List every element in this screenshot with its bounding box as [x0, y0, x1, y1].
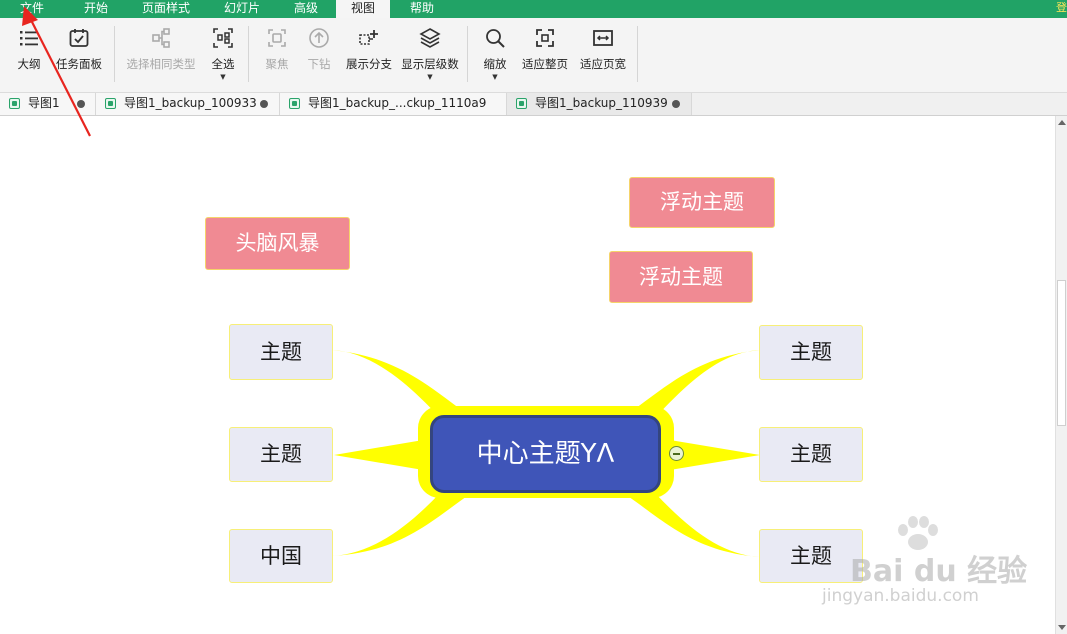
- mindmap-file-icon: [9, 98, 20, 109]
- tab-label: 导图1: [28, 96, 60, 110]
- ribbon-toolbar: 大纲 任务面板 选择相同类型 全选 ▼ 聚焦 下钻 展示分支 显示层级数 ▼ 缩…: [0, 18, 1067, 93]
- drill-down-button[interactable]: 下钻: [300, 24, 338, 86]
- fit-width-icon: [593, 30, 613, 46]
- menu-view[interactable]: 视图: [336, 0, 390, 18]
- close-tab-icon[interactable]: [672, 100, 680, 108]
- mindmap-canvas[interactable]: [0, 116, 1055, 634]
- chevron-down-icon: ▼: [492, 73, 498, 81]
- select-all-label: 全选: [211, 57, 235, 71]
- tab-label: 导图1_backup_100933: [124, 96, 257, 110]
- select-same-type-icon: [152, 28, 170, 48]
- topic-node-left-1[interactable]: 主题: [229, 324, 333, 380]
- menu-bar: 文件 开始 页面样式 幻灯片 高级 视图 帮助 登: [0, 0, 1067, 18]
- mindmap-file-icon: [289, 98, 300, 109]
- menu-page-style[interactable]: 页面样式: [128, 0, 204, 18]
- doc-tab[interactable]: 导图1: [0, 93, 96, 115]
- drill-down-label: 下钻: [307, 57, 331, 71]
- expand-branch-button[interactable]: 展示分支: [344, 24, 394, 86]
- zoom-button[interactable]: 缩放 ▼: [477, 24, 513, 86]
- close-tab-icon[interactable]: [260, 100, 268, 108]
- topic-node-right-2[interactable]: 主题: [759, 427, 863, 482]
- fit-page-button[interactable]: 适应整页: [518, 24, 572, 86]
- focus-icon: [268, 29, 286, 47]
- fit-page-icon: [536, 29, 554, 47]
- tab-label: 导图1_backup_...ckup_1110a9: [308, 96, 487, 110]
- select-same-type-button[interactable]: 选择相同类型: [122, 24, 200, 86]
- list-icon: [20, 31, 38, 46]
- toolbar-separator: [248, 26, 249, 82]
- close-tab-icon[interactable]: [77, 100, 85, 108]
- search-icon: [486, 29, 505, 48]
- menu-file[interactable]: 文件: [0, 0, 64, 18]
- layers-icon: [419, 28, 441, 48]
- topic-node-left-3[interactable]: 中国: [229, 529, 333, 583]
- doc-tab[interactable]: 导图1_backup_...ckup_1110a9: [280, 93, 507, 115]
- doc-tab[interactable]: 导图1_backup_100933: [96, 93, 280, 115]
- select-all-icon: [213, 28, 233, 48]
- toolbar-separator: [467, 26, 468, 82]
- arrow-up-circle-icon: [309, 28, 329, 48]
- mindmap-file-icon: [516, 98, 527, 109]
- topic-node-right-3[interactable]: 主题: [759, 529, 863, 583]
- tab-label: 导图1_backup_110939: [535, 96, 668, 110]
- fit-page-label: 适应整页: [522, 57, 568, 71]
- doc-tab-active[interactable]: 导图1_backup_110939: [507, 93, 692, 115]
- floating-topic-node[interactable]: 浮动主题: [609, 251, 753, 303]
- topic-node-right-1[interactable]: 主题: [759, 325, 863, 380]
- expand-branch-label: 展示分支: [346, 57, 392, 71]
- vertical-scrollbar[interactable]: [1055, 116, 1067, 634]
- chevron-down-icon: ▼: [427, 73, 433, 81]
- topic-node-left-2[interactable]: 主题: [229, 427, 333, 482]
- menu-start[interactable]: 开始: [64, 0, 128, 18]
- expand-branch-icon: [359, 30, 378, 45]
- menu-slides[interactable]: 幻灯片: [204, 0, 280, 18]
- task-panel-label: 任务面板: [56, 57, 102, 71]
- zoom-label: 缩放: [483, 57, 507, 71]
- toolbar-separator: [637, 26, 638, 82]
- brainstorm-node[interactable]: 头脑风暴: [205, 217, 350, 270]
- document-tab-bar: 导图1 导图1_backup_100933 导图1_backup_...ckup…: [0, 93, 1067, 116]
- select-all-button[interactable]: 全选 ▼: [206, 24, 240, 86]
- calendar-check-icon: [69, 29, 89, 47]
- menu-advanced[interactable]: 高级: [280, 0, 332, 18]
- outline-button[interactable]: 大纲: [10, 24, 48, 86]
- mindmap-file-icon: [105, 98, 116, 109]
- fit-width-button[interactable]: 适应页宽: [576, 24, 630, 86]
- outline-label: 大纲: [17, 57, 41, 71]
- login-link[interactable]: 登: [1056, 0, 1067, 16]
- show-levels-label: 显示层级数: [401, 57, 459, 71]
- chevron-down-icon: ▼: [220, 73, 226, 81]
- scroll-thumb[interactable]: [1057, 280, 1066, 426]
- menu-help[interactable]: 帮助: [392, 0, 452, 18]
- floating-topic-node[interactable]: 浮动主题: [629, 177, 775, 228]
- scroll-up-icon[interactable]: [1058, 120, 1066, 125]
- collapse-branch-icon[interactable]: [669, 446, 684, 461]
- fit-width-label: 适应页宽: [580, 57, 626, 71]
- task-panel-button[interactable]: 任务面板: [52, 24, 106, 86]
- focus-label: 聚焦: [265, 57, 289, 71]
- show-levels-button[interactable]: 显示层级数 ▼: [399, 24, 461, 86]
- select-same-type-label: 选择相同类型: [126, 57, 196, 71]
- focus-button[interactable]: 聚焦: [258, 24, 296, 86]
- central-topic-node[interactable]: 中心主题YΛ: [430, 415, 661, 493]
- toolbar-separator: [114, 26, 115, 82]
- scroll-down-icon[interactable]: [1058, 625, 1066, 630]
